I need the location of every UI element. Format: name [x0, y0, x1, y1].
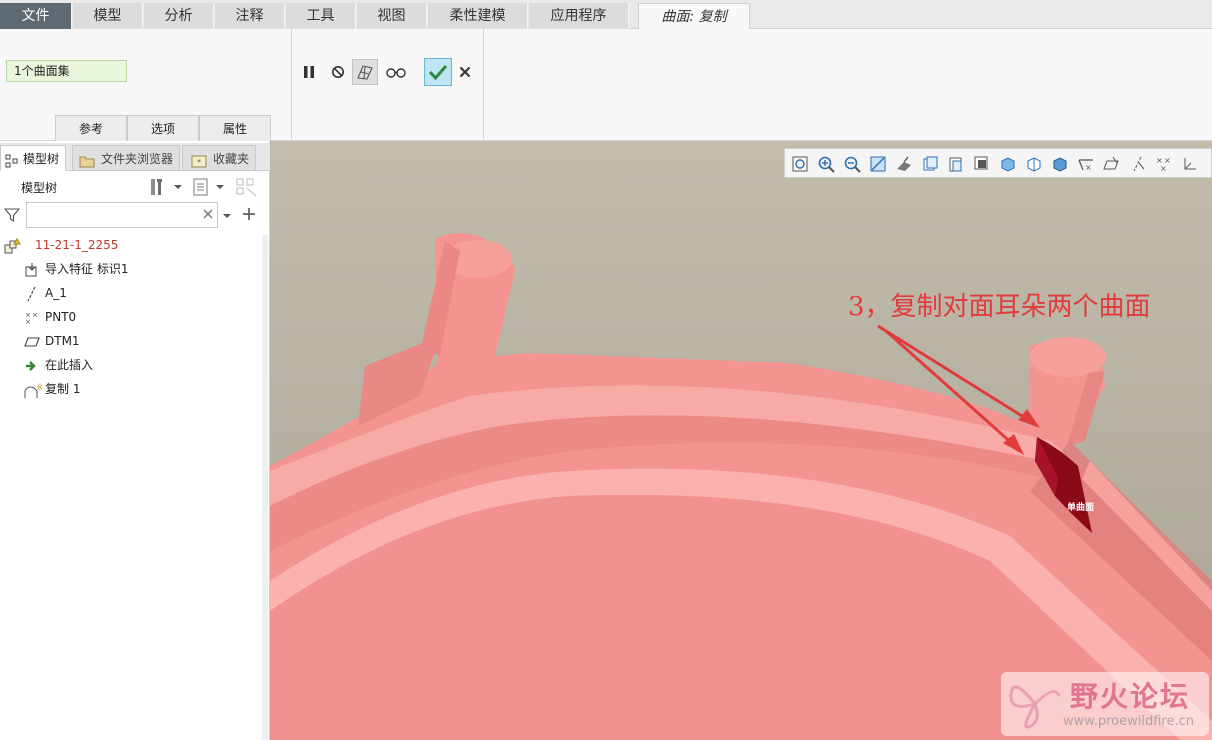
menu-tab-file[interactable]: 文件: [0, 3, 72, 29]
model-tree-panel: 模型树 文件夹浏览器 * 收藏夹 模型树 11-21-1_2255 导入特征 标…: [0, 141, 270, 740]
menu-tab-analysis[interactable]: 分析: [144, 3, 214, 29]
tree-item-label: PNT0: [45, 310, 77, 324]
tab-folder-browser[interactable]: 文件夹浏览器: [72, 145, 180, 171]
insert-here-arrow-icon: [24, 358, 40, 374]
watermark-url: www.proewildfire.cn: [1063, 714, 1194, 729]
tab-options[interactable]: 选项: [127, 115, 199, 141]
ribbon-divider: [483, 29, 484, 141]
tree-item-label: 复制 1: [45, 382, 81, 396]
model-render: [270, 233, 1212, 740]
tree-item-label: DTM1: [45, 334, 80, 348]
preview-icon[interactable]: [352, 59, 378, 85]
section-view-icon[interactable]: [1025, 155, 1045, 173]
csys-display-icon[interactable]: [1181, 155, 1201, 173]
tree-item-label: 11-21-1_2255: [35, 238, 119, 252]
view-manager-icon[interactable]: [947, 155, 967, 173]
point-display-icon[interactable]: × × ×: [1155, 155, 1175, 173]
import-feature-icon: [24, 262, 40, 278]
tree-item-label: 在此插入: [45, 358, 94, 372]
menu-tab-model[interactable]: 模型: [73, 3, 143, 29]
glasses-icon[interactable]: [383, 59, 409, 85]
chevron-down-icon[interactable]: [173, 181, 183, 191]
axis-icon: [24, 286, 40, 302]
view-toolbar: × × × ×: [784, 148, 1212, 178]
plane-display-icon[interactable]: [1103, 155, 1123, 173]
tab-references[interactable]: 参考: [55, 115, 127, 141]
watermark-title: 野火论坛: [1070, 680, 1191, 713]
menu-tab-annotate[interactable]: 注释: [215, 3, 285, 29]
tree-item-label: A_1: [45, 286, 67, 300]
tree-item-datum-point[interactable]: × × × PNT0: [24, 307, 254, 327]
ribbon: 1个曲面集 参考 选项 属性: [0, 29, 1212, 141]
tab-model-tree-label: 模型树: [23, 152, 60, 166]
svg-text:×: ×: [32, 311, 38, 319]
tab-favorites[interactable]: * 收藏夹: [182, 145, 256, 171]
perspective-view-icon[interactable]: [973, 155, 993, 173]
no-entry-icon[interactable]: [325, 59, 351, 85]
model-tree-search-input[interactable]: [26, 202, 218, 228]
model-tree-title: 模型树: [21, 181, 58, 195]
surface-label: 单曲面: [1067, 503, 1095, 513]
confirm-check-icon[interactable]: [424, 58, 452, 86]
svg-text:×: ×: [25, 318, 31, 326]
tab-folder-browser-label: 文件夹浏览器: [101, 152, 174, 166]
tab-model-tree[interactable]: 模型树: [0, 145, 66, 171]
saved-views-icon[interactable]: [921, 155, 941, 173]
zoom-in-icon[interactable]: [817, 155, 837, 173]
chevron-down-icon[interactable]: [222, 210, 232, 220]
menu-tab-view[interactable]: 视图: [357, 3, 427, 29]
menu-tab-tools[interactable]: 工具: [286, 3, 356, 29]
favorites-icon: *: [191, 151, 207, 168]
display-style-icon[interactable]: [999, 155, 1019, 173]
svg-text:※: ※: [36, 383, 42, 393]
tree-item-axis[interactable]: A_1: [24, 283, 254, 303]
tree-item-part[interactable]: 11-21-1_2255: [4, 235, 254, 255]
tab-favorites-label: 收藏夹: [213, 152, 250, 166]
annotation-text: 3，复制对面耳朵两个曲面: [848, 292, 1151, 322]
watermark: 野火论坛 www.proewildfire.cn: [1001, 672, 1209, 736]
settings-tools-icon[interactable]: [148, 177, 168, 197]
svg-text:×: ×: [1160, 164, 1167, 173]
shading-icon[interactable]: [1051, 155, 1071, 173]
zoom-out-icon[interactable]: [843, 155, 863, 173]
tree-item-copy[interactable]: ※ 复制 1: [24, 379, 254, 399]
ribbon-divider: [291, 29, 292, 141]
tab-properties[interactable]: 属性: [199, 115, 271, 141]
menu-tab-applications[interactable]: 应用程序: [529, 3, 629, 29]
show-list-icon[interactable]: [192, 177, 210, 197]
datum-point-icon: × × ×: [24, 310, 40, 326]
add-icon[interactable]: [242, 207, 256, 221]
surface-set-collector[interactable]: 1个曲面集: [6, 60, 127, 82]
part-icon: [4, 238, 21, 254]
chevron-down-icon[interactable]: [215, 181, 225, 191]
axis-display-icon[interactable]: [1129, 155, 1149, 173]
datum-plane-icon: [24, 334, 40, 350]
folder-browser-icon: [79, 151, 95, 168]
svg-text:*: *: [197, 158, 201, 167]
filter-icon[interactable]: [3, 207, 21, 223]
surface-copy-icon: ※: [24, 382, 44, 398]
datum-display-icon[interactable]: ×: [1077, 155, 1097, 173]
clear-search-icon[interactable]: [202, 208, 214, 220]
model-tree-icon: [5, 151, 19, 168]
menu-bar: 文件 模型 分析 注释 工具 视图 柔性建模 应用程序 曲面: 复制: [0, 0, 1212, 30]
refit-icon[interactable]: [791, 155, 811, 173]
tree-item-import-feature[interactable]: 导入特征 标识1: [24, 259, 254, 279]
tree-filter-disabled-icon: [236, 177, 258, 197]
menu-tab-surface-copy[interactable]: 曲面: 复制: [638, 3, 750, 30]
svg-text:×: ×: [1085, 163, 1092, 172]
orientation-icon[interactable]: [895, 155, 915, 173]
tree-item-datum-plane[interactable]: DTM1: [24, 331, 254, 351]
repaint-icon[interactable]: [869, 155, 889, 173]
graphics-viewport[interactable]: × × × × 3，复制对面耳朵两个曲面 单曲面 野火论坛 www.proewild…: [270, 141, 1212, 740]
tree-item-insert-here[interactable]: 在此插入: [24, 355, 254, 375]
tree-item-label: 导入特征 标识1: [45, 262, 129, 276]
butterfly-logo-icon: [1009, 685, 1061, 729]
navigator-tabs: 模型树 文件夹浏览器 * 收藏夹: [0, 143, 270, 171]
pause-icon[interactable]: [296, 59, 322, 85]
tree-scrollbar[interactable]: [262, 235, 268, 740]
cancel-x-icon[interactable]: [452, 59, 478, 85]
menu-tab-flexible-modeling[interactable]: 柔性建模: [428, 3, 528, 29]
